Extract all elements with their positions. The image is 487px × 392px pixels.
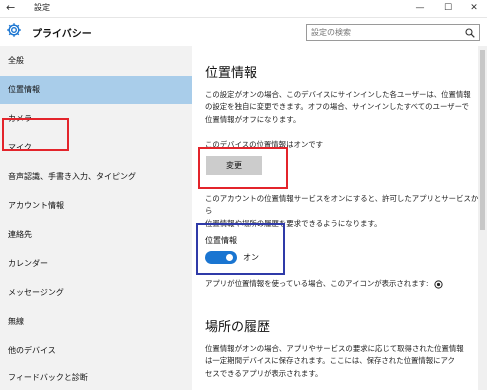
history-line: 位置情報がオンの場合、アプリやサービスの要求に応じて取得された位置情報 — [205, 344, 464, 353]
main-content: 位置情報 この設定がオンの場合、このデバイスにサインインした各ユーザーは、位置情… — [192, 46, 478, 390]
sidebar-highlight-box — [2, 118, 69, 151]
back-button[interactable]: ← — [6, 1, 15, 15]
scrollbar-thumb[interactable] — [480, 50, 485, 230]
sidebar-item-speech-inking-typing[interactable]: 音声認識、手書き入力、タイピング — [0, 163, 192, 191]
minimize-button[interactable]: — — [407, 0, 433, 17]
search-input[interactable] — [311, 26, 461, 39]
location-icon-note: アプリが位置情報を使っている場合、このアイコンが表示されます: — [205, 278, 443, 289]
search-icon[interactable] — [465, 28, 475, 38]
section-title-location: 位置情報 — [205, 66, 258, 81]
window-title: 設定 — [34, 3, 50, 12]
sidebar: 全般 位置情報 カメラ マイク 音声認識、手書き入力、タイピング アカウント情報… — [0, 46, 192, 390]
sidebar-item-messaging[interactable]: メッセージング — [0, 279, 192, 307]
close-button[interactable]: ✕ — [461, 0, 487, 17]
scrollbar[interactable] — [478, 46, 487, 390]
maximize-button[interactable]: ☐ — [435, 0, 461, 17]
service-line: このアカウントの位置情報サービスをオンにすると、許可したアプリとサービスから — [205, 194, 479, 216]
history-line: セスできるアプリが表示されます。 — [205, 368, 323, 378]
title-bar: ← 設定 — ☐ ✕ — [0, 0, 487, 18]
page-title: プライバシー — [32, 29, 92, 40]
gear-icon — [7, 23, 21, 37]
sidebar-item-other-devices[interactable]: 他のデバイス — [0, 337, 192, 365]
change-button-highlight-box — [198, 147, 288, 189]
sidebar-item-general[interactable]: 全般 — [0, 47, 192, 75]
sidebar-item-calendar[interactable]: カレンダー — [0, 250, 192, 278]
toggle-highlight-box — [196, 223, 285, 275]
section-title-history: 場所の履歴 — [205, 320, 271, 335]
intro-line: の設定を独自に変更できます。オフの場合、サインインしたすべてのユーザーで — [205, 102, 469, 112]
location-indicator-icon — [434, 279, 443, 289]
intro-line: 位置情報がオフになります。 — [205, 114, 301, 124]
location-icon-note-text: アプリが位置情報を使っている場合、このアイコンが表示されます: — [205, 279, 429, 288]
intro-text: この設定がオンの場合、このデバイスにサインインした各ユーザーは、位置情報 の設定… — [205, 89, 483, 126]
search-box[interactable] — [306, 24, 480, 41]
sidebar-item-account-info[interactable]: アカウント情報 — [0, 192, 192, 220]
history-line: は一定期間デバイスに保存されます。ここには、保存された位置情報にアク — [205, 356, 455, 366]
page-header: プライバシー — [0, 18, 487, 46]
sidebar-item-radios[interactable]: 無線 — [0, 308, 192, 336]
sidebar-item-feedback-diagnostics[interactable]: フィードバックと診断 — [0, 364, 192, 392]
sidebar-item-contacts[interactable]: 連絡先 — [0, 221, 192, 249]
intro-line: この設定がオンの場合、このデバイスにサインインした各ユーザーは、位置情報 — [205, 90, 471, 99]
history-text: 位置情報がオンの場合、アプリやサービスの要求に応じて取得された位置情報 は一定期… — [205, 343, 483, 380]
sidebar-item-location[interactable]: 位置情報 — [0, 76, 192, 104]
